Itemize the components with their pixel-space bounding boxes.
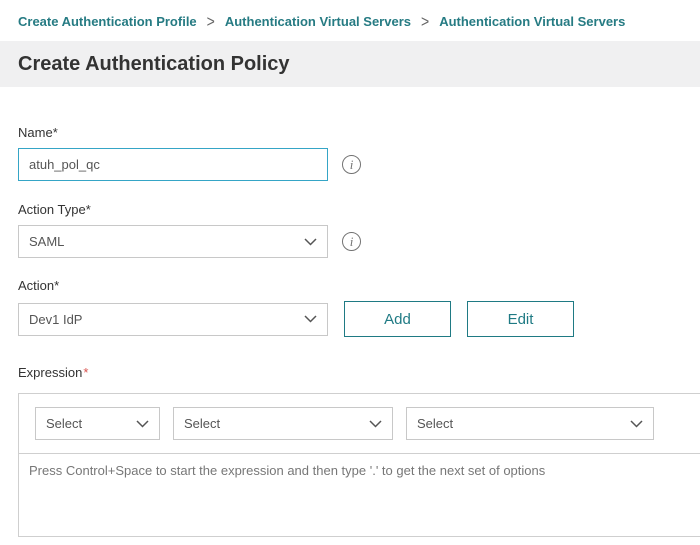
action-select[interactable]: Dev1 IdP xyxy=(18,303,328,336)
action-type-select[interactable]: SAML xyxy=(18,225,328,258)
name-required-mark: * xyxy=(53,125,58,140)
expression-select-1-value: Select xyxy=(46,416,82,431)
name-label: Name* xyxy=(18,125,700,140)
breadcrumb-separator: > xyxy=(207,11,215,30)
action-selected-value: Dev1 IdP xyxy=(29,312,82,327)
expression-select-1[interactable]: Select xyxy=(35,407,160,440)
add-button[interactable]: Add xyxy=(344,301,451,337)
expression-select-2-value: Select xyxy=(184,416,220,431)
chevron-down-icon xyxy=(304,238,317,246)
breadcrumb-link-authentication-virtual-servers-2[interactable]: Authentication Virtual Servers xyxy=(439,14,625,29)
action-required-mark: * xyxy=(54,278,59,293)
chevron-down-icon xyxy=(136,420,149,428)
name-input[interactable] xyxy=(18,148,328,181)
breadcrumb-link-create-authentication-profile[interactable]: Create Authentication Profile xyxy=(18,14,197,29)
chevron-down-icon xyxy=(304,315,317,323)
action-type-required-mark: * xyxy=(86,202,91,217)
expression-label: Expression * xyxy=(18,365,700,380)
breadcrumb-separator: > xyxy=(421,11,429,30)
action-type-selected-value: SAML xyxy=(29,234,64,249)
action-label: Action* xyxy=(18,278,700,293)
action-type-label: Action Type* xyxy=(18,202,700,217)
edit-button[interactable]: Edit xyxy=(467,301,574,337)
expression-select-2[interactable]: Select xyxy=(173,407,393,440)
expression-select-3[interactable]: Select xyxy=(406,407,654,440)
chevron-down-icon xyxy=(630,420,643,428)
expression-required-mark: * xyxy=(83,365,88,380)
info-icon[interactable]: i xyxy=(342,155,361,174)
expression-select-3-value: Select xyxy=(417,416,453,431)
expression-select-row: Select Select Select xyxy=(19,394,700,453)
chevron-down-icon xyxy=(369,420,382,428)
expression-textarea[interactable] xyxy=(19,453,700,536)
page-title: Create Authentication Policy xyxy=(18,53,290,76)
page-header: Create Authentication Policy xyxy=(0,41,700,87)
breadcrumb: Create Authentication Profile > Authenti… xyxy=(0,0,700,29)
breadcrumb-link-authentication-virtual-servers[interactable]: Authentication Virtual Servers xyxy=(225,14,411,29)
expression-builder: Select Select Select xyxy=(18,393,700,537)
form-content: Name* i Action Type* SAML i Action* Dev1… xyxy=(0,125,700,537)
info-icon[interactable]: i xyxy=(342,232,361,251)
